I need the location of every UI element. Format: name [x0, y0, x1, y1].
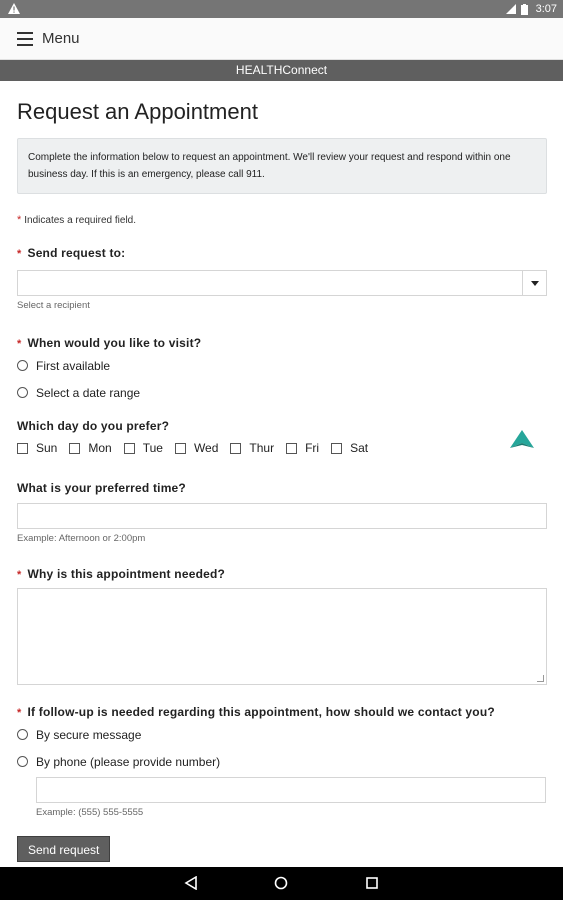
day-mon[interactable]: Mon [69, 441, 112, 455]
app-bar: Menu [0, 18, 563, 60]
menu-button-label[interactable]: Menu [42, 30, 80, 47]
day-sat[interactable]: Sat [331, 441, 368, 455]
checkbox[interactable] [230, 442, 242, 454]
radio-button[interactable] [17, 387, 28, 398]
scroll-up-icon[interactable] [508, 428, 536, 452]
day-label-text: Sun [36, 441, 58, 455]
checkbox[interactable] [69, 442, 81, 454]
visit-option-label: First available [36, 358, 111, 373]
visit-label: * When would you like to visit? [17, 336, 547, 350]
signal-icon [505, 4, 516, 14]
battery-icon [520, 4, 531, 15]
followup-option-label: By secure message [36, 727, 142, 742]
warning-icon [8, 3, 20, 17]
radio-button[interactable] [17, 360, 28, 371]
reason-label-text: Why is this appointment needed? [27, 567, 226, 581]
followup-label-text: If follow-up is needed regarding this ap… [27, 705, 495, 719]
checkbox[interactable] [17, 442, 28, 454]
day-label-text: Mon [88, 441, 112, 455]
required-marker: * [17, 214, 22, 226]
day-checkboxes: Sun Mon Tue Wed Thur Fri Sat [17, 441, 547, 455]
day-label-text: Thur [249, 441, 275, 455]
checkbox[interactable] [286, 442, 298, 454]
day-wed[interactable]: Wed [174, 441, 219, 455]
time-hint: Example: Afternoon or 2:00pm [17, 533, 146, 544]
chevron-down-icon[interactable] [522, 271, 546, 295]
appointment-form: Request an Appointment Complete the info… [17, 81, 547, 862]
visit-label-text: When would you like to visit? [27, 336, 202, 350]
day-sun[interactable]: Sun [17, 441, 57, 455]
followup-option-phone[interactable]: By phone (please provide number) [17, 748, 547, 775]
visit-option-label: Select a date range [36, 385, 141, 400]
required-marker: * [17, 338, 22, 350]
required-marker: * [17, 569, 22, 581]
home-icon[interactable] [274, 876, 288, 895]
day-label-text: Wed [193, 441, 219, 455]
reason-textarea[interactable] [17, 588, 547, 685]
time-input[interactable] [17, 503, 547, 529]
day-tue[interactable]: Tue [123, 441, 163, 455]
recipient-select[interactable] [17, 270, 547, 296]
brand-bar: HEALTHConnect [0, 60, 563, 81]
required-marker: * [17, 248, 22, 260]
day-label-text: Fri [305, 441, 320, 455]
time-label: What is your preferred time? [17, 481, 186, 495]
status-bar: 3:07 [0, 0, 563, 18]
status-time: 3:07 [535, 3, 557, 15]
phone-hint: Example: (555) 555-5555 [36, 807, 144, 818]
menu-icon[interactable] [17, 32, 33, 46]
checkbox[interactable] [123, 442, 135, 454]
phone-input[interactable] [36, 777, 546, 803]
day-label: Which day do you prefer? [17, 419, 170, 433]
day-fri[interactable]: Fri [286, 441, 319, 455]
visit-option-first-available[interactable]: First available [17, 352, 547, 379]
radio-button[interactable] [17, 729, 28, 740]
checkbox[interactable] [331, 442, 343, 454]
info-box: Complete the information below to reques… [17, 138, 547, 194]
followup-label: * If follow-up is needed regarding this a… [17, 705, 547, 719]
send-request-button[interactable]: Send request [17, 836, 111, 862]
page-title: Request an Appointment [17, 99, 258, 124]
recipient-hint: Select a recipient [17, 300, 90, 311]
radio-button[interactable] [17, 756, 28, 767]
visit-option-date-range[interactable]: Select a date range [17, 379, 547, 406]
day-thur[interactable]: Thur [230, 441, 274, 455]
back-icon[interactable] [184, 875, 198, 895]
required-marker: * [17, 707, 22, 719]
recipient-label: * Send request to: [17, 246, 547, 260]
system-nav-bar [0, 867, 563, 900]
followup-option-secure-message[interactable]: By secure message [17, 721, 547, 748]
recipient-label-text: Send request to: [27, 246, 126, 260]
followup-option-label: By phone (please provide number) [36, 754, 221, 769]
checkbox[interactable] [174, 442, 186, 454]
required-note: * Indicates a required field. [17, 214, 547, 226]
recents-icon[interactable] [365, 876, 379, 895]
day-label-text: Sat [350, 441, 369, 455]
required-note-text: Indicates a required field. [24, 215, 137, 226]
reason-label: * Why is this appointment needed? [17, 567, 547, 581]
day-label-text: Tue [142, 441, 163, 455]
